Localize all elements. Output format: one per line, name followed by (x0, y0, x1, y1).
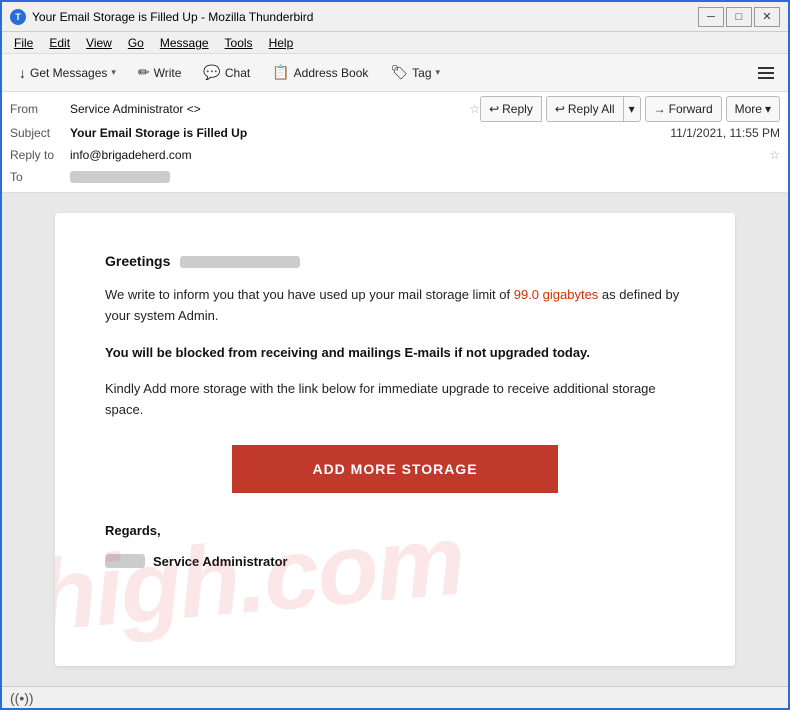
reply-label: Reply (502, 102, 533, 116)
reply-all-icon: ↩ (555, 102, 565, 116)
subject-row: Subject Your Email Storage is Filled Up … (10, 122, 780, 144)
status-bar: ((•)) (2, 686, 788, 708)
to-label: To (10, 170, 70, 184)
minimize-button[interactable]: ─ (698, 7, 724, 27)
write-label: Write (154, 66, 182, 80)
reply-all-group: ↩ Reply All ▾ (546, 96, 641, 122)
window-frame: T Your Email Storage is Filled Up - Mozi… (0, 0, 790, 710)
email-header: From Service Administrator <> ☆ ↩ Reply … (2, 92, 788, 193)
signature-name: Service Administrator (153, 554, 288, 569)
reply-all-button[interactable]: ↩ Reply All (546, 96, 624, 122)
forward-button[interactable]: → Forward (645, 96, 722, 122)
address-book-button[interactable]: 📋 Address Book (263, 59, 377, 87)
hamburger-line-1 (758, 67, 774, 69)
para1-pre: We write to inform you that you have use… (105, 287, 514, 302)
signature-regards: Regards, (105, 523, 685, 538)
forward-label: Forward (669, 102, 713, 116)
window-controls: ─ □ ✕ (698, 7, 780, 27)
get-messages-button[interactable]: ↓ Get Messages ▾ (10, 59, 125, 87)
address-book-icon: 📋 (272, 64, 289, 81)
add-more-storage-button[interactable]: ADD MORE STORAGE (232, 445, 557, 493)
hamburger-line-3 (758, 77, 774, 79)
body-paragraph-2: You will be blocked from receiving and m… (105, 343, 685, 364)
tag-icon: 🏷 (390, 64, 408, 81)
reply-to-star-icon[interactable]: ☆ (769, 148, 780, 162)
menu-bar: File Edit View Go Message Tools Help (2, 32, 788, 54)
chat-button[interactable]: 💬 Chat (194, 59, 259, 87)
subject-value: Your Email Storage is Filled Up (70, 126, 670, 140)
menu-go[interactable]: Go (120, 34, 152, 52)
subject-label: Subject (10, 126, 70, 140)
reply-all-dropdown-button[interactable]: ▾ (624, 96, 641, 122)
hamburger-line-2 (758, 72, 774, 74)
menu-edit[interactable]: Edit (41, 34, 78, 52)
reply-all-dropdown-icon: ▾ (629, 102, 635, 116)
date-value: 11/1/2021, 11:55 PM (670, 126, 780, 140)
from-value: Service Administrator <> (70, 102, 465, 116)
window-title: Your Email Storage is Filled Up - Mozill… (32, 10, 698, 24)
reply-button[interactable]: ↩ Reply (480, 96, 542, 122)
reply-to-label: Reply to (10, 148, 70, 162)
app-icon: T (10, 9, 26, 25)
more-label: More (735, 102, 762, 116)
get-messages-icon: ↓ (19, 65, 26, 81)
greeting-text: Greetings (105, 253, 170, 269)
menu-tools[interactable]: Tools (217, 34, 261, 52)
body-paragraph-3: Kindly Add more storage with the link be… (105, 379, 685, 421)
para1-highlight: 99.0 gigabytes (514, 287, 599, 302)
greeting-line: Greetings (105, 253, 685, 269)
reply-all-label: Reply All (568, 102, 615, 116)
address-book-label: Address Book (294, 66, 369, 80)
get-messages-label: Get Messages (30, 66, 107, 80)
cta-wrapper: ADD MORE STORAGE (105, 445, 685, 493)
reply-icon: ↩ (489, 102, 499, 116)
chat-icon: 💬 (203, 64, 220, 81)
more-button[interactable]: More ▾ (726, 96, 780, 122)
write-icon: ✏ (138, 64, 150, 81)
wifi-icon: ((•)) (10, 690, 34, 706)
reply-group: ↩ Reply (480, 96, 542, 122)
write-button[interactable]: ✏ Write (129, 59, 191, 87)
reply-to-value: info@brigadeherd.com (70, 148, 765, 162)
email-body-inner: high.com Greetings We write to inform yo… (55, 213, 735, 666)
forward-icon: → (654, 102, 666, 116)
tag-dropdown-icon: ▾ (436, 67, 441, 78)
menu-message[interactable]: Message (152, 34, 217, 52)
hamburger-menu-button[interactable] (752, 59, 780, 87)
email-body-outer: high.com Greetings We write to inform yo… (2, 193, 788, 686)
tag-button[interactable]: 🏷 Tag ▾ (381, 59, 449, 87)
chat-label: Chat (225, 66, 250, 80)
get-messages-dropdown-icon: ▾ (111, 67, 116, 78)
reply-to-row: Reply to info@brigadeherd.com ☆ (10, 144, 780, 166)
to-row: To (10, 166, 780, 188)
from-star-icon[interactable]: ☆ (469, 102, 480, 116)
action-buttons: ↩ Reply ↩ Reply All ▾ → Forward (480, 96, 780, 122)
toolbar: ↓ Get Messages ▾ ✏ Write 💬 Chat 📋 Addres… (2, 54, 788, 92)
menu-view[interactable]: View (78, 34, 120, 52)
body-paragraph-1: We write to inform you that you have use… (105, 285, 685, 327)
to-value-redacted (70, 171, 170, 183)
recipient-name-redacted (180, 256, 300, 268)
menu-help[interactable]: Help (261, 34, 302, 52)
signature-avatar (105, 554, 145, 568)
close-button[interactable]: ✕ (754, 7, 780, 27)
title-bar: T Your Email Storage is Filled Up - Mozi… (2, 2, 788, 32)
signature-row: Service Administrator (105, 554, 685, 569)
more-dropdown-icon: ▾ (765, 102, 771, 116)
tag-label: Tag (412, 66, 431, 80)
menu-file[interactable]: File (6, 34, 41, 52)
maximize-button[interactable]: □ (726, 7, 752, 27)
from-label: From (10, 102, 70, 116)
